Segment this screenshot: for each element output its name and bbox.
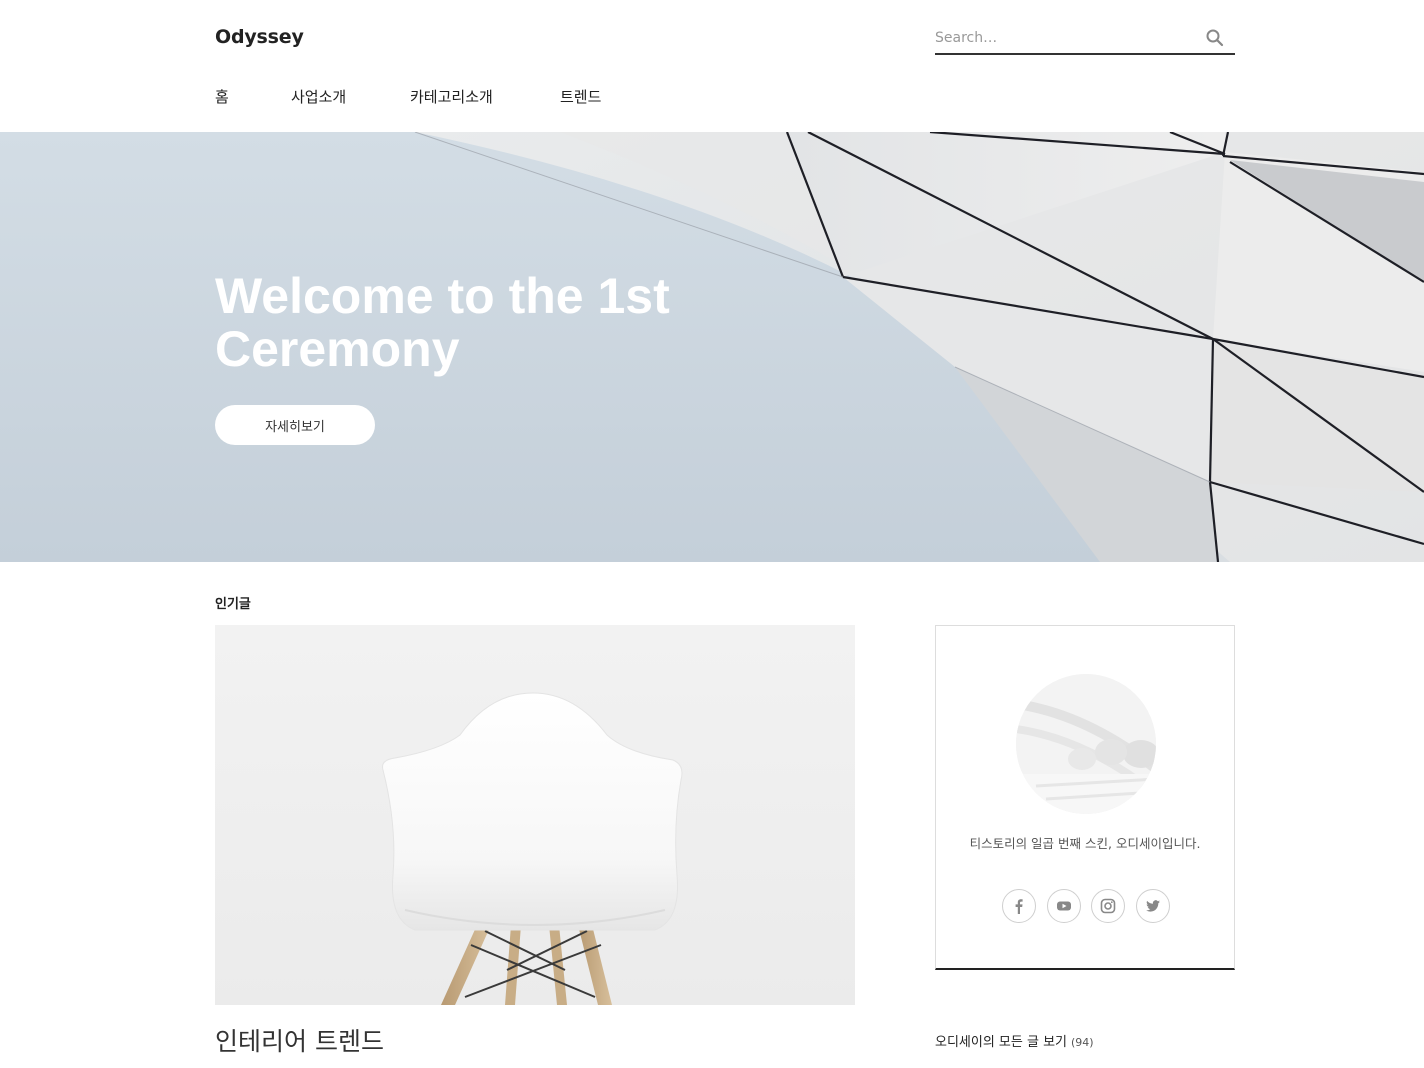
hero-banner: Welcome to the 1st Ceremony 자세히보기 [0,132,1424,562]
main-nav: 홈 사업소개 카테고리소개 트렌드 [215,86,620,108]
social-links [1002,889,1170,923]
facebook-link[interactable] [1002,889,1036,923]
featured-post-image[interactable] [215,625,855,1005]
profile-card: 티스토리의 일곱 번째 스킨, 오디세이입니다. [935,625,1235,970]
chair-illustration [382,692,683,1005]
instagram-link[interactable] [1091,889,1126,923]
nav-item-business[interactable]: 사업소개 [291,86,410,108]
search-bar [935,24,1235,55]
all-posts-label: 오디세이의 모든 글 보기 [935,1035,1067,1050]
all-posts-link[interactable]: 오디세이의 모든 글 보기 (94) [935,1031,1094,1050]
instagram-icon [1101,898,1116,914]
hero-title: Welcome to the 1st Ceremony [215,268,670,377]
youtube-link[interactable] [1046,889,1081,923]
site-title[interactable]: Odyssey [215,26,304,48]
search-icon[interactable] [1205,28,1225,48]
nav-item-trends[interactable]: 트렌드 [560,86,620,108]
nav-item-categories[interactable]: 카테고리소개 [410,86,560,108]
featured-post-title[interactable]: 인테리어 트렌드 [215,1022,384,1058]
profile-description: 티스토리의 일곱 번째 스킨, 오디세이입니다. [969,836,1201,851]
all-posts-count: (94) [1071,1036,1094,1049]
facebook-icon [1015,899,1023,914]
nav-item-home[interactable]: 홈 [215,86,291,108]
youtube-icon [1056,901,1071,911]
popular-section-label: 인기글 [215,597,251,612]
view-details-button[interactable]: 자세히보기 [215,405,375,445]
twitter-icon [1145,900,1160,912]
avatar [1016,674,1156,814]
twitter-link[interactable] [1135,889,1170,923]
search-input[interactable] [935,26,1195,50]
